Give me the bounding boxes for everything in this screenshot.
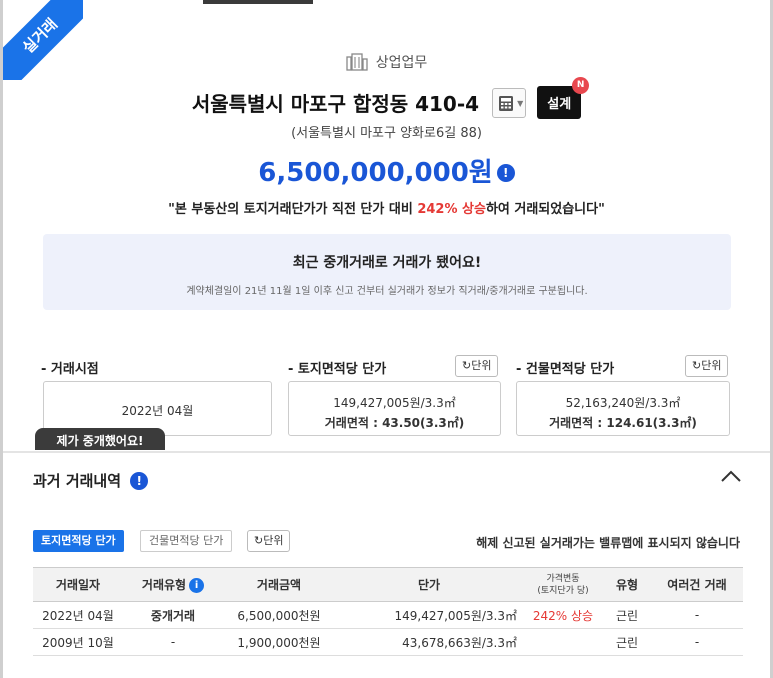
- refresh-icon: ↻: [462, 359, 472, 372]
- new-badge: N: [572, 77, 590, 94]
- cell-date: 2022년 04월: [33, 601, 123, 629]
- info-icon[interactable]: !: [130, 472, 149, 490]
- category-label: 상업업무: [375, 55, 428, 71]
- tab-building-unit-price[interactable]: 건물면적당 단가: [140, 530, 233, 552]
- title-row: 서울특별시 마포구 합정동 410-4 ▼ 설계 N: [3, 77, 770, 119]
- quote-prefix: "본 부동산의 토지거래단가가 직전 단가 대비: [168, 202, 418, 217]
- history-unit-button[interactable]: ↻단위: [247, 530, 291, 552]
- col-multi: 여러건 거래: [651, 567, 743, 602]
- cell-change: [523, 628, 603, 656]
- section-divider: [3, 451, 770, 453]
- col-kind: 유형: [603, 567, 651, 602]
- col-price-change-line2: (토지단가 당): [537, 585, 589, 596]
- info-icon[interactable]: !: [496, 164, 515, 182]
- building-unit-price-box: 52,163,240원/3.3㎡ 거래면적 : 124.61(3.3㎡): [516, 381, 730, 436]
- table-header-row: 거래일자 거래유형 i 거래금액 단가 가격변동 (토지단가 당) 유형 여러건 거…: [33, 567, 743, 602]
- property-panel: 실거래 상업업무 서울특별시 마포구 합정동 410-4 ▼ 설계 N (서울특…: [3, 0, 770, 678]
- land-unit-button-label: 단위: [471, 359, 492, 372]
- info-icon[interactable]: i: [189, 578, 205, 593]
- refresh-icon: ↻: [254, 534, 264, 547]
- trade-time-label: - 거래시점: [41, 362, 99, 377]
- col-price-change-line1: 가격변동: [546, 573, 580, 584]
- cell-kind: 근린: [603, 601, 651, 629]
- cell-date: 2009년 10월: [33, 628, 123, 656]
- col-type: 거래유형 i: [123, 567, 223, 602]
- price-row: 6,500,000,000원!: [3, 152, 770, 189]
- building-unit-button-label: 단위: [701, 359, 722, 372]
- history-title: 과거 거래내역: [33, 472, 122, 490]
- notice-subtext: 계약체결일이 21년 11월 1일 이후 신고 건부터 실거래가 정보가 직거래…: [186, 286, 588, 297]
- building-icon: [346, 53, 368, 71]
- building-unit-price: 52,163,240원/3.3㎡: [565, 396, 681, 410]
- cell-amount: 1,900,000천원: [223, 628, 335, 656]
- cell-multi: -: [651, 601, 743, 629]
- top-shadow: [203, 0, 313, 4]
- land-unit-price: 149,427,005원/3.3㎡: [333, 396, 456, 410]
- calculator-icon: [499, 95, 514, 111]
- col-unit-price: 단가: [335, 567, 523, 602]
- cell-type: 중개거래: [123, 601, 223, 629]
- land-unit-button[interactable]: ↻단위: [455, 355, 499, 377]
- building-area: 거래면적 : 124.61(3.3㎡): [549, 416, 697, 430]
- cell-unit-price: 43,678,663원/3.3㎡: [335, 628, 523, 656]
- category: 상업업무: [3, 52, 770, 72]
- cell-change: 242% 상승: [523, 601, 603, 629]
- price-change-quote: "본 부동산의 토지거래단가가 직전 단가 대비 242% 상승하여 거래되었습…: [3, 198, 770, 217]
- chevron-down-icon: ▼: [517, 98, 524, 108]
- land-area: 거래면적 : 43.50(3.3㎡): [324, 416, 465, 430]
- brokerage-notice: 최근 중개거래로 거래가 됐어요! 계약체결일이 21년 11월 1일 이후 신…: [43, 234, 731, 310]
- building-unit-price-label: - 건물면적당 단가: [516, 362, 615, 377]
- col-type-label: 거래유형: [141, 578, 187, 592]
- chevron-up-icon[interactable]: [718, 466, 744, 488]
- col-amount: 거래금액: [223, 567, 335, 602]
- road-address: (서울특별시 마포구 양화로6길 88): [291, 126, 482, 141]
- quote-suffix: 하여 거래되었습니다": [485, 202, 605, 217]
- history-unit-label: 단위: [263, 534, 284, 547]
- col-date: 거래일자: [33, 567, 123, 602]
- cell-kind: 근린: [603, 628, 651, 656]
- land-unit-price-box: 149,427,005원/3.3㎡ 거래면적 : 43.50(3.3㎡): [288, 381, 501, 436]
- trade-history-table: 거래일자 거래유형 i 거래금액 단가 가격변동 (토지단가 당) 유형 여러건 거…: [33, 567, 743, 656]
- trade-time-value: 2022년 04월: [121, 404, 194, 418]
- table-row[interactable]: 2009년 10월 - 1,900,000천원 43,678,663원/3.3㎡…: [33, 628, 743, 656]
- design-button[interactable]: 설계 N: [537, 77, 590, 119]
- land-unit-price-label: - 토지면적당 단가: [288, 362, 387, 377]
- cell-amount: 6,500,000천원: [223, 601, 335, 629]
- broker-tooltip: 제가 중개했어요!: [35, 428, 165, 450]
- quote-highlight: 242% 상승: [417, 202, 486, 217]
- design-button-label: 설계: [547, 97, 572, 112]
- page-title: 서울특별시 마포구 합정동 410-4: [191, 92, 480, 116]
- notice-heading: 최근 중개거래로 거래가 됐어요!: [292, 255, 482, 271]
- building-unit-button[interactable]: ↻단위: [685, 355, 729, 377]
- history-title-row: 과거 거래내역 !: [33, 470, 149, 491]
- cancellation-note: 해제 신고된 실거래가는 밸류맵에 표시되지 않습니다: [476, 536, 740, 550]
- col-price-change: 가격변동 (토지단가 당): [523, 567, 603, 602]
- trade-price: 6,500,000,000원: [258, 158, 493, 188]
- table-row[interactable]: 2022년 04월 중개거래 6,500,000천원 149,427,005원/…: [33, 601, 743, 629]
- cell-unit-price: 149,427,005원/3.3㎡: [335, 601, 523, 629]
- refresh-icon: ↻: [692, 359, 702, 372]
- calculator-dropdown[interactable]: ▼: [492, 87, 527, 118]
- cell-multi: -: [651, 628, 743, 656]
- tab-land-unit-price[interactable]: 토지면적당 단가: [33, 530, 124, 552]
- cell-type: -: [123, 628, 223, 656]
